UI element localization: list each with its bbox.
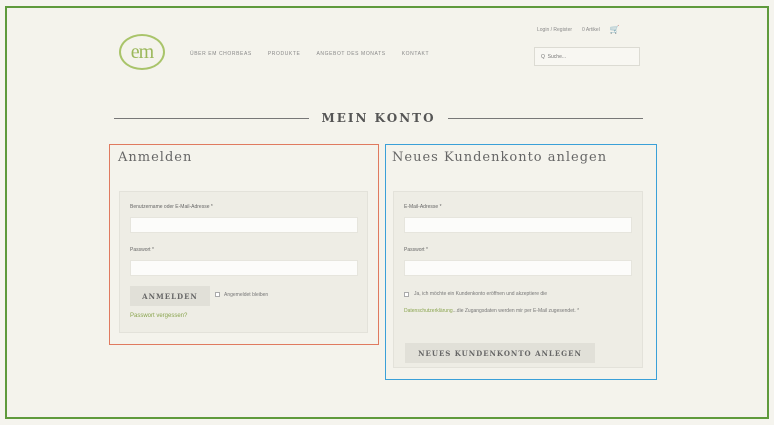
cart-count[interactable]: 0 Artikel bbox=[582, 27, 600, 33]
logo-text: em bbox=[130, 40, 154, 63]
username-field[interactable] bbox=[130, 217, 358, 233]
logo[interactable]: em bbox=[119, 34, 165, 70]
username-label: Benutzername oder E-Mail-Adresse * bbox=[130, 204, 213, 210]
cart-icon[interactable]: 🛒 bbox=[610, 25, 620, 34]
email-field[interactable] bbox=[404, 217, 632, 233]
terms-prefix: Ja, ich möchte ein Kundenkonto eröffnen … bbox=[414, 291, 548, 297]
title-divider-right bbox=[447, 117, 644, 119]
terms-text-line2: Datenschutzerklärung...die Zugangsdaten … bbox=[404, 304, 636, 318]
lost-password-link[interactable]: Passwort vergessen? bbox=[130, 313, 187, 319]
remember-me-checkbox[interactable] bbox=[215, 292, 220, 297]
nav-item-offer[interactable]: Angebot des Monats bbox=[316, 51, 385, 57]
login-heading: Anmelden bbox=[118, 150, 193, 165]
search-box bbox=[534, 47, 640, 66]
terms-suffix: ...die Zugangsdaten werden mir per E-Mai… bbox=[452, 308, 580, 314]
register-password-field[interactable] bbox=[404, 260, 632, 276]
nav-item-products[interactable]: Produkte bbox=[268, 51, 301, 57]
terms-text: Ja, ich möchte ein Kundenkonto eröffnen … bbox=[414, 287, 646, 301]
remember-me-label: Angemeldet bleiben bbox=[224, 292, 269, 298]
page-title: MEIN KONTO bbox=[321, 111, 436, 125]
register-heading: Neues Kundenkonto anlegen bbox=[392, 150, 608, 165]
title-divider-left bbox=[114, 117, 310, 119]
page-title-row: MEIN KONTO bbox=[114, 110, 644, 126]
terms-checkbox[interactable] bbox=[404, 292, 409, 297]
email-label: E-Mail-Adresse * bbox=[404, 204, 442, 210]
login-button[interactable]: ANMELDEN bbox=[130, 286, 210, 306]
login-password-field[interactable] bbox=[130, 260, 358, 276]
search-input[interactable] bbox=[541, 53, 621, 60]
login-register-link[interactable]: Login / Register bbox=[537, 27, 572, 33]
nav-item-contact[interactable]: Kontakt bbox=[402, 51, 429, 57]
register-button[interactable]: NEUES KUNDENKONTO ANLEGEN bbox=[405, 343, 595, 363]
register-password-label: Passwort * bbox=[404, 247, 428, 253]
login-password-label: Passwort * bbox=[130, 247, 154, 253]
nav-item-about[interactable]: Über em Chorbeas bbox=[190, 51, 252, 57]
top-bar: Login / Register 0 Artikel 🛒 bbox=[537, 25, 620, 34]
main-nav: Über em Chorbeas Produkte Angebot des Mo… bbox=[190, 51, 429, 57]
privacy-policy-link[interactable]: Datenschutzerklärung bbox=[404, 308, 453, 314]
